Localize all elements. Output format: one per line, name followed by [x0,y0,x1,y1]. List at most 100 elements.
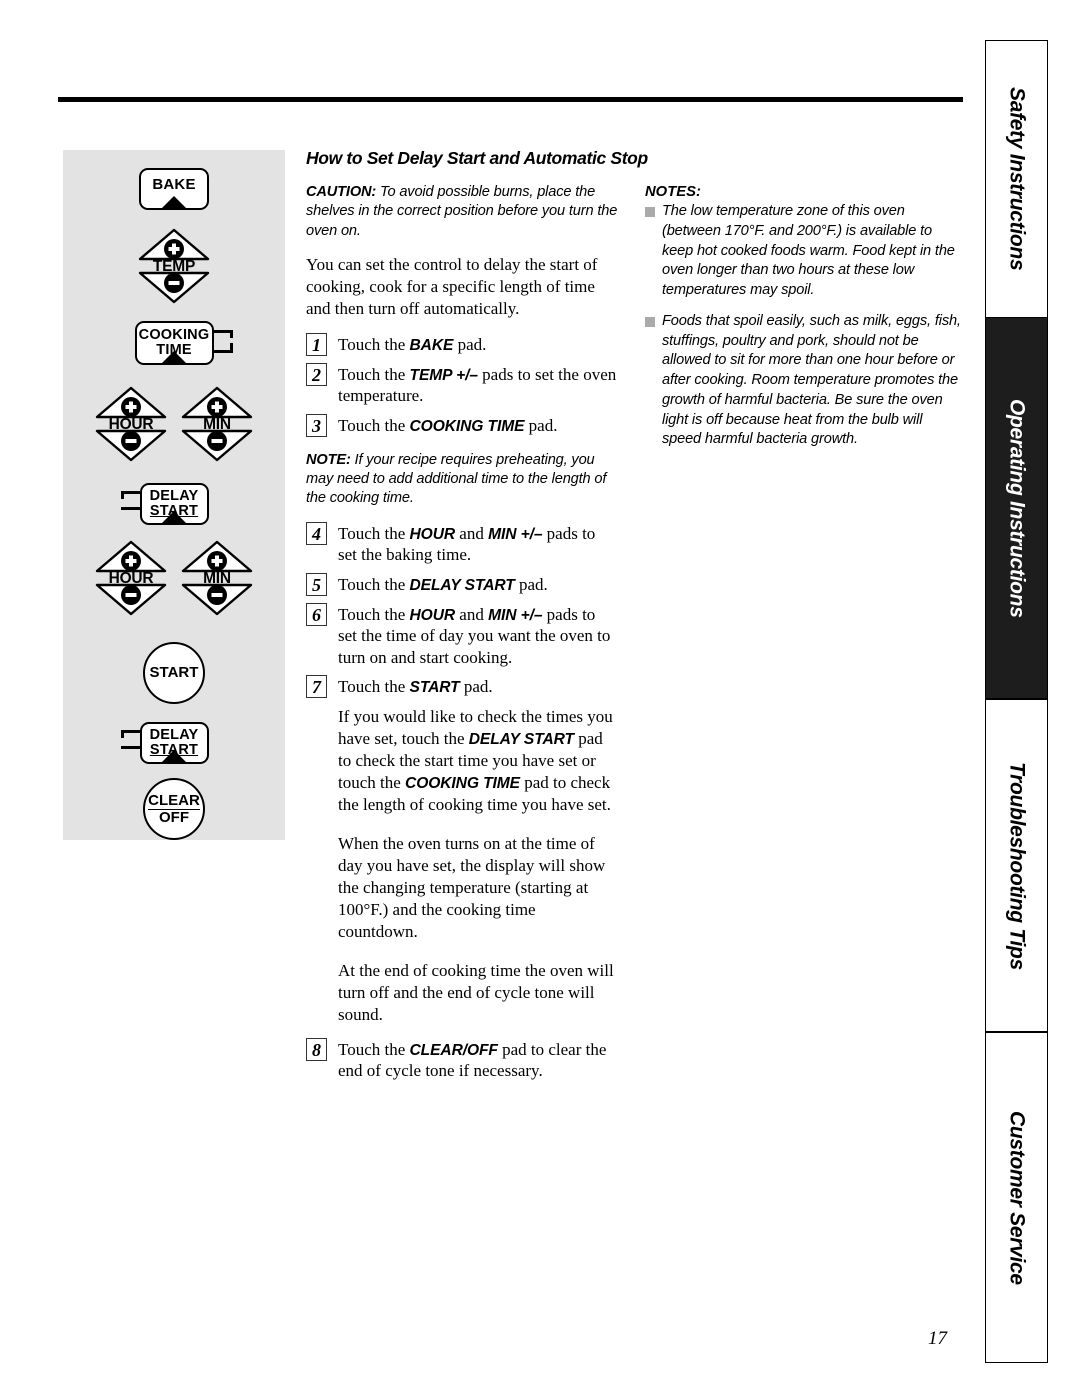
step-text-post: pad. [514,574,548,594]
note-block: NOTE: If your recipe requires preheating… [306,451,618,509]
clear-off-label-line2: OFF [159,808,189,826]
tab-troubleshooting-tips[interactable]: Troubleshooting Tips [986,700,1047,1031]
connector-stub-icon [120,730,124,738]
temp-plus-icon [137,228,211,261]
pad-name-bake: BAKE [409,336,454,354]
step-8: 8 Touch the CLEAR/OFF pad to clear the e… [306,1037,618,1082]
connector-stub-icon [120,491,124,499]
pad-notch-icon [161,511,187,524]
step-text-post: pad. [459,677,493,697]
temp-plus-minus: TEMP [137,228,211,304]
pad-name-delay-start: DELAY START [409,576,515,594]
pad-name-cooking-time: COOKING TIME [405,775,520,793]
connector-stub-icon [120,507,140,510]
step-text-pre: Touch the [338,677,410,697]
pad-notch-icon [161,351,187,364]
step-number: 8 [306,1037,327,1061]
pad-notch-icon [161,196,187,209]
note-item: Foods that spoil easily, such as milk, e… [645,312,965,450]
square-bullet-icon [645,207,655,217]
step-number: 5 [306,572,327,596]
tab-safety-instructions[interactable]: Safety Instructions [986,41,1047,317]
page-number: 17 [928,1328,947,1349]
step-text-mid: and [455,604,489,624]
step-text-pre: Touch the [338,1039,410,1059]
step-text-pre: Touch the [338,604,410,624]
clear-off-label-line1: CLEAR [148,791,200,810]
step-number: 3 [306,413,327,437]
min-minus-icon [180,583,254,616]
step-text: Touch the HOUR and MIN +/– pads to set t… [338,603,618,668]
caution-block: CAUTION: To avoid possible burns, place … [306,183,618,241]
step-7: 7 Touch the START pad. [306,675,618,699]
min-plus-minus: MIN [180,386,254,462]
step-2: 2 Touch the TEMP +/– pads to set the ove… [306,362,618,407]
step-text: Touch the HOUR and MIN +/– pads to set t… [338,522,618,566]
step-text: Touch the DELAY START pad. [338,573,548,596]
hour-plus-icon [94,540,168,573]
step-number: 7 [306,675,327,699]
delay-start-label2-line1: DELAY [149,727,199,743]
display-paragraph: When the oven turns on at the time of da… [338,834,606,941]
pad-name-hour: HOUR [409,606,456,624]
section-tab-strip: Safety Instructions Operating Instructio… [985,40,1048,1363]
pad-notch-icon [161,750,187,763]
pad-name-hour: HOUR [409,525,456,543]
step-text-pre: Touch the [338,364,410,384]
intro-paragraph: You can set the control to delay the sta… [306,255,598,319]
pad-name-start: START [409,679,460,697]
start-button: START [143,642,205,704]
tab-operating-instructions[interactable]: Operating Instructions [986,318,1047,698]
connector-stub-icon [229,330,233,338]
min-minus-icon [180,429,254,462]
step-text: Touch the TEMP +/– pads to set the oven … [338,363,618,407]
delay-start-label-line1: DELAY [149,488,199,504]
step-6: 6 Touch the HOUR and MIN +/– pads to set… [306,602,618,668]
step-1: 1 Touch the BAKE pad. [306,332,618,356]
square-bullet-icon [645,316,655,327]
note-label: NOTE: [306,451,351,468]
min-plus-minus-2: MIN [180,540,254,616]
hour-minus-icon [94,583,168,616]
step-text-pre: Touch the [338,523,410,543]
clear-off-button: CLEAR OFF [143,778,205,840]
step-4: 4 Touch the HOUR and MIN +/– pads to set… [306,521,618,566]
notes-title: NOTES: [645,184,701,200]
min-plus-icon [180,540,254,573]
control-hour-min-2: HOUR MIN [63,540,285,616]
bake-pad: BAKE [139,168,209,210]
note-item-text: Foods that spoil easily, such as milk, e… [662,312,961,448]
hour-minus-icon [94,429,168,462]
pad-name-cooking-time: COOKING TIME [409,417,525,435]
step-text-pre: Touch the [338,415,410,435]
step-number: 6 [306,602,327,626]
cooking-time-pad: COOKING TIME [134,321,214,365]
hour-plus-minus: HOUR [94,386,168,462]
tab-label: Customer Service [1005,1110,1029,1285]
note-item: The low temperature zone of this oven (b… [645,202,965,301]
tab-label: Safety Instructions [1005,87,1029,271]
control-cooking-time: COOKING TIME [63,321,285,365]
connector-stub-icon [120,746,140,749]
control-hour-min-1: HOUR MIN [63,386,285,462]
page-top-rule [58,97,963,102]
pad-name-min: MIN +/– [488,525,543,543]
pad-name-clear-off: CLEAR/OFF [409,1041,498,1059]
control-bake: BAKE [63,168,285,210]
tab-label: Operating Instructions [1005,398,1029,618]
step-text: Touch the CLEAR/OFF pad to clear the end… [338,1038,618,1082]
step-number: 4 [306,521,327,545]
end-of-cycle-paragraph: At the end of cooking time the oven will… [338,960,614,1024]
hour-plus-icon [94,386,168,419]
page-title: How to Set Delay Start and Automatic Sto… [306,148,648,168]
step-number: 2 [306,362,327,386]
step-5: 5 Touch the DELAY START pad. [306,572,618,596]
start-button-label: START [149,664,199,682]
note-item-text: The low temperature zone of this oven (b… [662,203,955,299]
control-delay-start-2: DELAY START [63,722,285,764]
caution-label: CAUTION: [306,184,377,200]
tab-customer-service[interactable]: Customer Service [986,1033,1047,1362]
control-clear-off: CLEAR OFF [63,778,285,840]
tab-label: Troubleshooting Tips [1005,761,1029,970]
step-text: Touch the COOKING TIME pad. [338,414,557,437]
